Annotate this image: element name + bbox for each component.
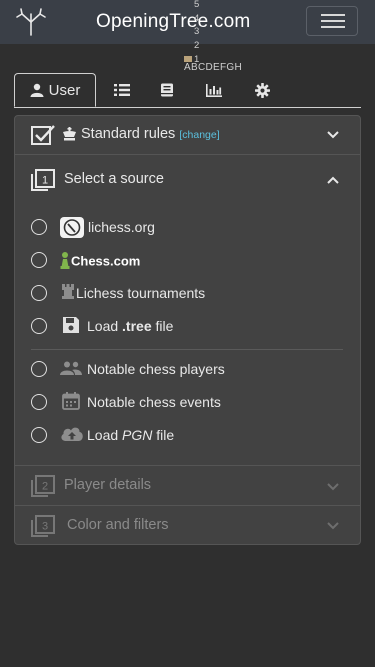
user-icon [30,83,44,97]
label-suffix: file [151,318,174,334]
hamburger-line [321,20,345,22]
rules-label-wrap: Standard rules [change] [81,126,220,142]
board-rank-labels: 5 4 3 2 [194,0,199,52]
chevron-down-icon [327,522,339,530]
tab-chart[interactable] [199,73,229,107]
source-option-label: Load PGN file [87,427,174,443]
brand-title[interactable]: OpeningTree.com [96,11,250,33]
calendar-icon [62,392,80,410]
board-file-labels: ABCDEFGH [184,62,242,73]
tab-user[interactable]: User [14,73,96,107]
top-navbar: OpeningTree.com [0,0,375,44]
tab-bar: User [14,73,361,108]
label-italic: PGN [122,427,153,443]
rank-label: 4 [194,12,200,24]
hamburger-line [321,26,345,28]
chevron-up-icon [327,176,339,184]
chevron-down-icon [327,483,339,491]
source-option-tournaments[interactable]: Lichess tournaments [31,283,351,305]
source-option-label: Lichess tournaments [76,285,206,301]
source-option-lichess[interactable]: lichess.org [31,217,351,239]
save-icon [63,317,79,333]
source-header[interactable]: 1 Select a source [15,155,360,199]
tab-settings[interactable] [247,73,277,107]
source-option-label: lichess.org [88,219,155,235]
source-option-notable-events[interactable]: Notable chess events [31,392,351,414]
step-2-icon: 2 [31,475,55,497]
checkbox-checked-icon [31,125,55,145]
upload-icon [61,427,83,441]
king-icon [63,127,76,141]
lichess-icon [60,217,84,238]
rank-label: 3 [194,26,200,37]
label-prefix: Load [87,318,123,334]
player-details-header[interactable]: 2 Player details [15,466,360,506]
change-rules-link[interactable]: [change] [179,129,219,141]
source-option-notable-players[interactable]: Notable chess players [31,359,351,381]
color-filters-label: Color and filters [67,517,169,533]
radio-button[interactable] [31,219,47,235]
source-option-chesscom[interactable]: Chess.com [31,250,351,272]
source-header-label: Select a source [64,171,164,187]
rules-label: Standard rules [81,126,176,142]
rook-icon [62,284,74,299]
book-icon [161,83,173,97]
label-bold: .tree [122,318,152,334]
divider [31,349,343,350]
rank-label: 5 [194,0,200,10]
tree-logo-icon[interactable] [15,8,47,36]
chesscom-logo: Chess.com [60,252,140,269]
rank-label: 2 [194,39,200,51]
source-option-tree-file[interactable]: Load .tree file [31,316,351,338]
rules-header[interactable]: Standard rules [change] [15,116,360,154]
source-accordion: Standard rules [change] 1 Select a sourc… [14,115,361,545]
source-option-label: Load .tree file [87,318,173,334]
source-option-label: Notable chess players [87,361,225,377]
step-number: 3 [42,521,48,533]
radio-button[interactable] [31,252,47,268]
label-suffix: file [152,427,175,443]
tab-user-label: User [48,81,81,99]
source-option-pgn-file[interactable]: Load PGN file [31,425,351,447]
chevron-down-icon [327,131,339,139]
step-number: 2 [42,481,48,493]
tab-reports[interactable] [152,73,182,107]
hamburger-line [321,14,345,16]
source-option-label: Notable chess events [87,394,221,410]
step-1-icon: 1 [31,169,55,191]
people-icon [60,361,82,375]
step-number: 1 [42,175,48,187]
color-filters-header[interactable]: 3 Color and filters [15,506,360,544]
radio-button[interactable] [31,318,47,334]
radio-button[interactable] [31,285,47,301]
radio-button[interactable] [31,394,47,410]
list-icon [114,84,130,96]
label-prefix: Load [87,427,123,443]
gear-icon [254,82,270,98]
chesscom-wordmark: Chess.com [71,254,140,269]
chart-icon [206,83,222,97]
radio-button[interactable] [31,427,47,443]
menu-toggle-button[interactable] [306,6,358,36]
player-details-label: Player details [64,477,152,493]
radio-button[interactable] [31,361,47,377]
step-3-icon: 3 [31,515,55,537]
tab-openings[interactable] [107,73,137,107]
